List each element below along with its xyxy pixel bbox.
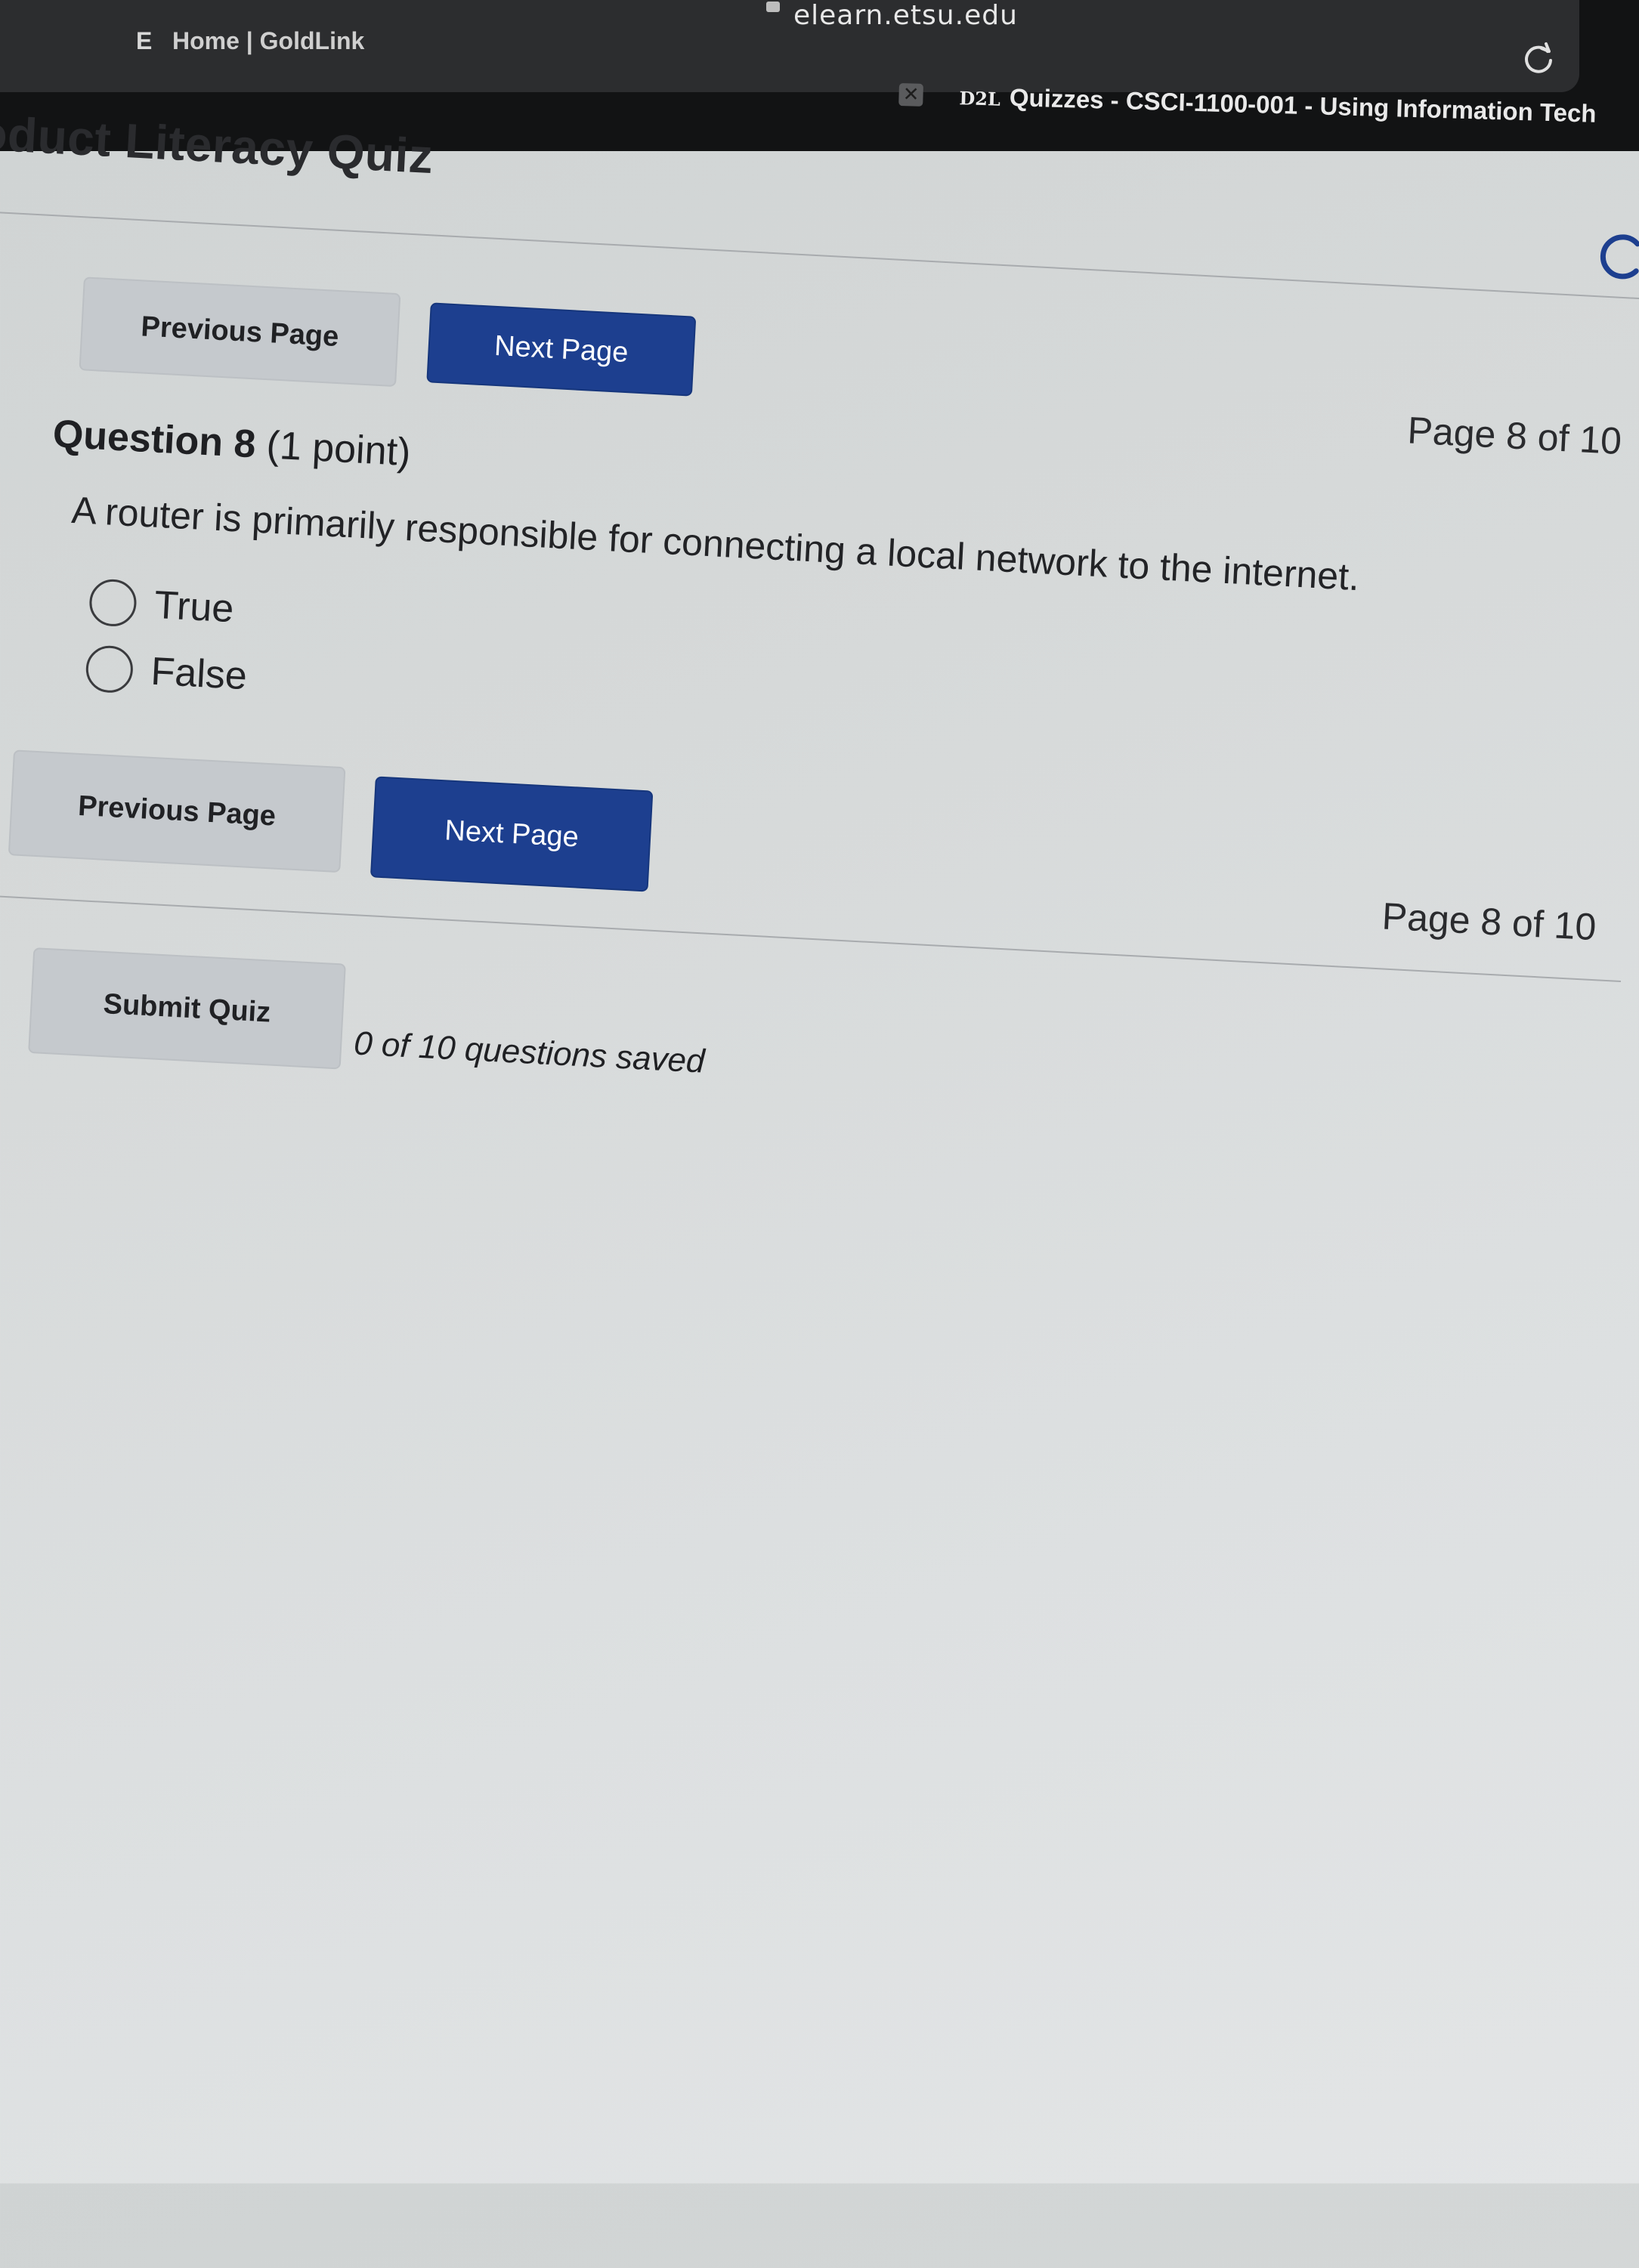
reload-icon[interactable] xyxy=(1519,39,1558,79)
question-text: A router is primarily responsible for co… xyxy=(70,488,1361,599)
page-indicator: Page 8 of 10 xyxy=(1406,409,1623,463)
page-indicator-bottom: Page 8 of 10 xyxy=(1381,895,1597,949)
question-points: (1 point) xyxy=(265,423,412,475)
loading-ring-icon xyxy=(1600,234,1639,280)
option-label: True xyxy=(153,582,235,632)
option-false[interactable]: False xyxy=(85,644,248,700)
lock-icon xyxy=(766,2,780,12)
radio-false[interactable] xyxy=(85,644,135,694)
submit-quiz-button[interactable]: Submit Quiz xyxy=(28,947,346,1070)
option-label: False xyxy=(150,649,249,699)
next-page-button-bottom[interactable]: Next Page xyxy=(370,776,654,892)
question-number: Question 8 xyxy=(51,412,257,467)
next-page-button[interactable]: Next Page xyxy=(426,302,697,397)
url-text: elearn.etsu.edu xyxy=(793,0,1018,31)
previous-page-button-bottom[interactable]: Previous Page xyxy=(8,749,346,873)
quiz-page: oduct Literacy Quiz Previous Page Next P… xyxy=(0,0,1639,2266)
option-true[interactable]: True xyxy=(88,578,235,632)
previous-page-button[interactable]: Previous Page xyxy=(79,277,401,388)
saved-status: 0 of 10 questions saved xyxy=(353,1024,706,1080)
question-heading: Question 8 (1 point) xyxy=(51,411,412,475)
radio-true[interactable] xyxy=(88,578,138,628)
page-title: oduct Literacy Quiz xyxy=(0,105,435,184)
